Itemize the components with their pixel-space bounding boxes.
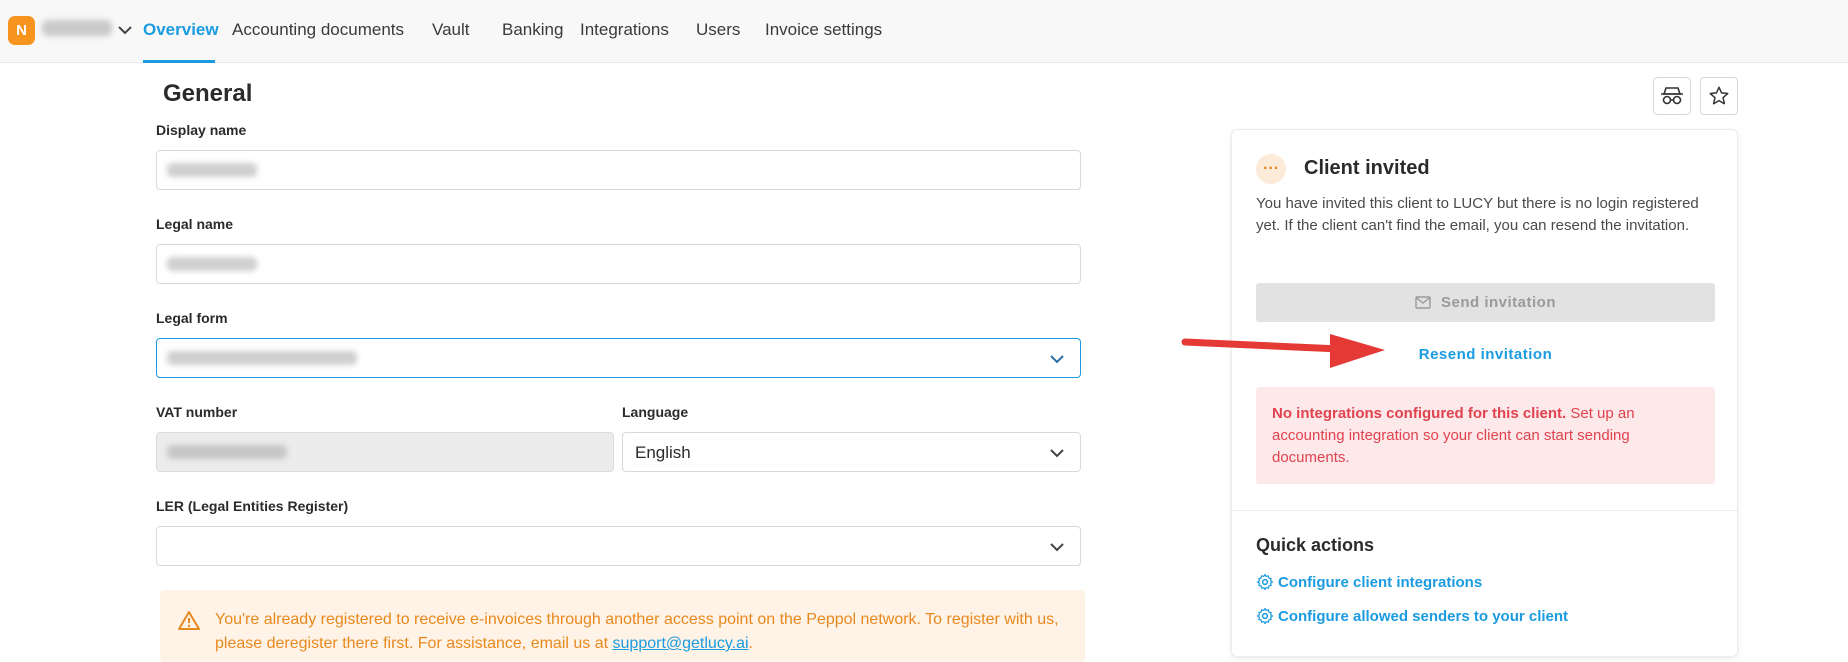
- envelope-icon: [1415, 296, 1431, 309]
- display-name-value-redacted: [167, 163, 257, 177]
- gear-icon: [1256, 607, 1274, 625]
- tab-accounting-documents[interactable]: Accounting documents: [232, 20, 404, 40]
- tab-vault[interactable]: Vault: [432, 20, 470, 40]
- page-title: General: [163, 80, 253, 107]
- configure-client-integrations-link[interactable]: Configure client integrations: [1256, 573, 1482, 591]
- ler-select[interactable]: [156, 526, 1081, 566]
- tab-invoice-settings[interactable]: Invoice settings: [765, 20, 882, 40]
- ler-label: LER (Legal Entities Register): [156, 498, 349, 514]
- top-navigation: N Overview Accounting documents Vault Ba…: [0, 0, 1848, 63]
- display-name-field[interactable]: [156, 150, 1081, 190]
- vat-number-value-redacted: [167, 445, 287, 459]
- card-title: Client invited: [1304, 157, 1430, 179]
- no-integrations-alert: No integrations configured for this clie…: [1256, 387, 1715, 484]
- red-arrow-annotation: [1181, 334, 1385, 368]
- language-select[interactable]: English: [622, 432, 1081, 472]
- legal-name-label: Legal name: [156, 216, 234, 232]
- tab-banking[interactable]: Banking: [502, 20, 563, 40]
- tab-overview[interactable]: Overview: [143, 20, 219, 40]
- client-status-card: ··· Client invited You have invited this…: [1231, 129, 1739, 657]
- legal-form-select[interactable]: [156, 338, 1081, 378]
- incognito-button[interactable]: [1653, 77, 1691, 115]
- quick-actions-title: Quick actions: [1256, 535, 1375, 555]
- vat-number-label: VAT number: [156, 404, 238, 420]
- send-invitation-label: Send invitation: [1440, 294, 1556, 311]
- company-avatar[interactable]: N: [8, 16, 35, 45]
- star-icon: [1709, 86, 1729, 105]
- legal-form-value-redacted: [167, 351, 357, 365]
- company-name-redacted[interactable]: [42, 20, 112, 36]
- language-label: Language: [622, 404, 689, 420]
- send-invitation-button[interactable]: Send invitation: [1256, 283, 1715, 322]
- peppol-warning-banner: You're already registered to receive e-i…: [160, 590, 1085, 662]
- warning-triangle-icon: [178, 611, 200, 630]
- peppol-warning-text: You're already registered to receive e-i…: [215, 608, 1065, 656]
- support-email-link[interactable]: support@getlucy.ai: [613, 635, 749, 652]
- alert-title: No integrations configured for this clie…: [1272, 405, 1567, 422]
- gear-icon: [1256, 573, 1274, 591]
- card-divider: [1232, 510, 1739, 511]
- warning-end: .: [748, 635, 753, 652]
- configure-allowed-senders-link[interactable]: Configure allowed senders to your client: [1256, 607, 1568, 625]
- tab-integrations[interactable]: Integrations: [580, 20, 669, 40]
- language-value: English: [635, 443, 691, 462]
- favorite-button[interactable]: [1700, 77, 1738, 115]
- legal-name-field[interactable]: [156, 244, 1081, 284]
- quick-action-label: Configure allowed senders to your client: [1278, 607, 1569, 625]
- tab-users[interactable]: Users: [696, 20, 740, 40]
- vat-number-field[interactable]: [156, 432, 614, 472]
- chevron-down-icon[interactable]: [117, 22, 133, 38]
- chevron-down-icon: [1050, 449, 1064, 458]
- incognito-icon: [1661, 87, 1683, 105]
- quick-action-label: Configure client integrations: [1278, 573, 1483, 591]
- legal-name-value-redacted: [167, 257, 257, 271]
- chevron-down-icon: [1050, 543, 1064, 552]
- chevron-down-icon: [1050, 355, 1064, 364]
- active-tab-indicator: [143, 60, 215, 63]
- display-name-label: Display name: [156, 122, 247, 138]
- card-description: You have invited this client to LUCY but…: [1256, 195, 1699, 234]
- legal-form-label: Legal form: [156, 310, 228, 326]
- pending-status-icon: ···: [1256, 154, 1286, 184]
